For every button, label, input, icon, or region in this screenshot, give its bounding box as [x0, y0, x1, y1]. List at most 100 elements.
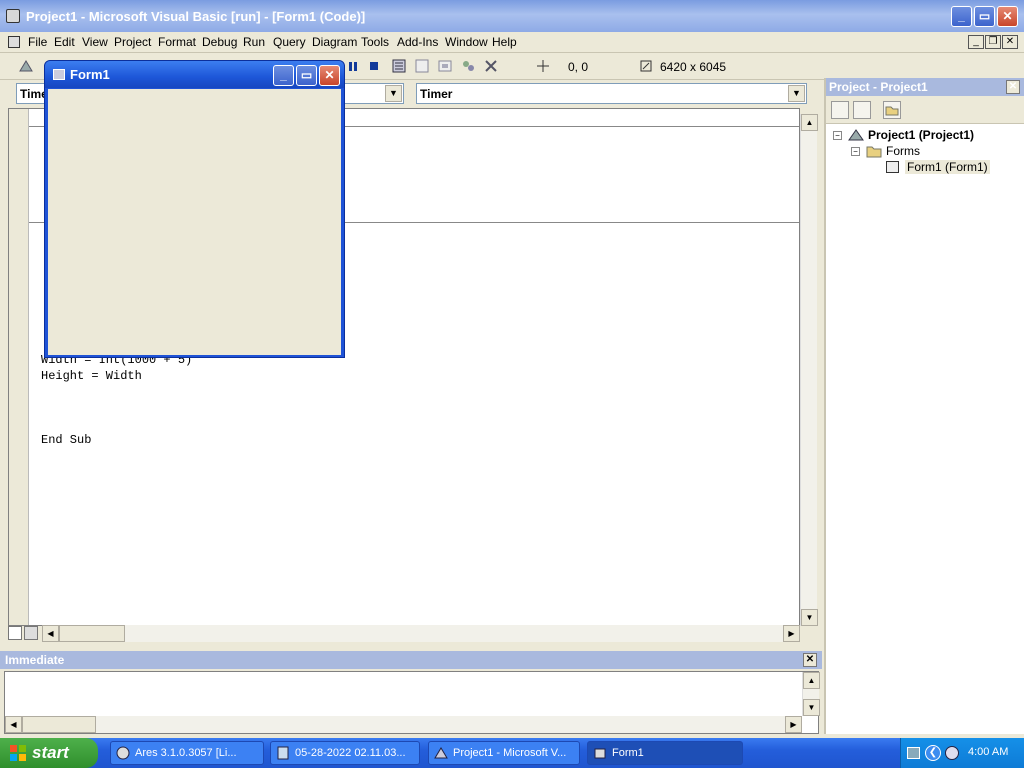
chevron-down-icon[interactable]: ▼	[788, 85, 805, 102]
task-form1[interactable]: Form1	[587, 741, 743, 765]
code-margin	[9, 109, 29, 625]
system-tray: ❮ 4:00 AM	[900, 738, 1024, 768]
menu-view[interactable]: View	[82, 35, 108, 49]
menu-window[interactable]: Window	[445, 35, 488, 49]
scroll-right-icon[interactable]: ▶	[785, 716, 802, 733]
end-icon[interactable]	[366, 58, 382, 74]
code-line[interactable]: Height = Width	[41, 369, 142, 383]
menu-debug[interactable]: Debug	[202, 35, 237, 49]
menu-query[interactable]: Query	[273, 35, 306, 49]
break-icon[interactable]	[345, 58, 361, 74]
add-project-icon[interactable]	[18, 58, 34, 74]
mdi-minimize-button[interactable]: _	[968, 35, 984, 49]
collapse-icon[interactable]: −	[851, 147, 860, 156]
close-button[interactable]: ✕	[997, 6, 1018, 27]
form1-close-button[interactable]: ✕	[319, 65, 340, 86]
folder-icon	[866, 144, 882, 158]
scroll-thumb[interactable]	[59, 625, 125, 642]
task-label: Project1 - Microsoft V...	[453, 747, 567, 759]
document-icon	[276, 746, 290, 760]
menu-format[interactable]: Format	[158, 35, 196, 49]
task-vb-project[interactable]: Project1 - Microsoft V...	[428, 741, 580, 765]
start-label: start	[32, 743, 69, 762]
task-label: Form1	[612, 747, 644, 759]
task-recording[interactable]: 05-28-2022 02.11.03...	[270, 741, 420, 765]
form-icon[interactable]	[53, 69, 65, 80]
menu-bar: File Edit View Project Format Debug Run …	[0, 32, 1024, 53]
collapse-icon[interactable]: −	[833, 131, 842, 140]
form1-minimize-button[interactable]: _	[273, 65, 294, 86]
windows-logo-icon	[10, 745, 26, 761]
chevron-down-icon[interactable]: ▼	[385, 85, 402, 102]
menu-run[interactable]: Run	[243, 35, 265, 49]
start-button[interactable]: start	[0, 738, 98, 768]
vb-app-icon[interactable]	[6, 9, 20, 23]
form1-client-area[interactable]	[48, 89, 341, 355]
procedure-view-icon[interactable]	[8, 626, 22, 640]
project-explorer-title-bar: Project - Project1 ✕	[826, 78, 1024, 96]
menu-file[interactable]: File	[28, 35, 47, 49]
scroll-down-icon[interactable]: ▼	[803, 699, 820, 716]
menu-project[interactable]: Project	[114, 35, 151, 49]
menu-edit[interactable]: Edit	[54, 35, 75, 49]
form-size-readout: 6420 x 6045	[660, 60, 727, 74]
position-icon	[535, 58, 551, 74]
close-icon[interactable]: ✕	[1006, 80, 1020, 94]
form-layout-icon[interactable]	[437, 58, 453, 74]
project-explorer-icon[interactable]	[391, 58, 407, 74]
form1-window[interactable]: Form1 _ ▭ ✕	[44, 60, 345, 358]
menu-add-ins[interactable]: Add-Ins	[397, 35, 438, 49]
task-ares[interactable]: Ares 3.1.0.3057 [Li...	[110, 741, 264, 765]
mdi-restore-button[interactable]: ❐	[985, 35, 1001, 49]
menu-help[interactable]: Help	[492, 35, 517, 49]
menu-diagram[interactable]: Diagram	[312, 35, 357, 49]
ares-icon	[116, 746, 130, 760]
immediate-title-bar: Immediate ✕	[0, 651, 822, 669]
mdi-close-button[interactable]: ✕	[1002, 35, 1018, 49]
full-module-view-icon[interactable]	[24, 626, 38, 640]
close-icon[interactable]: ✕	[803, 653, 817, 667]
form1-node[interactable]: Form1 (Form1)	[905, 160, 990, 174]
form-icon	[886, 161, 899, 173]
forms-folder-node[interactable]: Forms	[886, 144, 920, 158]
maximize-button[interactable]: ▭	[974, 6, 995, 27]
project-icon	[848, 128, 864, 142]
chevron-left-icon[interactable]: ❮	[925, 745, 941, 761]
form1-maximize-button[interactable]: ▭	[296, 65, 317, 86]
procedure-combo[interactable]: Timer ▼	[416, 83, 807, 104]
code-vertical-scrollbar[interactable]: ▲ ▼	[800, 114, 818, 626]
menu-tools[interactable]: Tools	[361, 35, 389, 49]
scroll-up-icon[interactable]: ▲	[803, 672, 820, 689]
immediate-vertical-scrollbar[interactable]: ▲ ▼	[802, 672, 820, 716]
project-root-node[interactable]: Project1 (Project1)	[868, 128, 974, 142]
minimize-button[interactable]: _	[951, 6, 972, 27]
scroll-down-icon[interactable]: ▼	[801, 609, 818, 626]
project-explorer-toolbar	[826, 96, 1024, 124]
vb-icon	[434, 746, 448, 760]
view-object-icon[interactable]	[853, 101, 871, 119]
object-browser-icon[interactable]	[460, 58, 476, 74]
project-explorer: Project - Project1 ✕ − Project1 (Project…	[824, 78, 1024, 734]
ares-tray-icon[interactable]	[945, 746, 959, 760]
window-title: Project1 - Microsoft Visual Basic [run] …	[26, 9, 366, 24]
code-line[interactable]: End Sub	[41, 433, 91, 447]
form-system-icon[interactable]	[8, 36, 20, 48]
properties-window-icon[interactable]	[414, 58, 430, 74]
scroll-right-icon[interactable]: ▶	[783, 625, 800, 642]
toggle-folders-icon[interactable]	[883, 101, 901, 119]
title-bar: Project1 - Microsoft Visual Basic [run] …	[0, 0, 1024, 32]
scroll-thumb[interactable]	[22, 716, 96, 733]
scroll-left-icon[interactable]: ◀	[5, 716, 22, 733]
immediate-horizontal-scrollbar[interactable]: ◀ ▶	[5, 716, 802, 733]
immediate-window[interactable]: ▲ ▼ ◀ ▶	[4, 671, 820, 734]
view-code-icon[interactable]	[831, 101, 849, 119]
clock[interactable]: 4:00 AM	[968, 746, 1008, 758]
code-horizontal-scrollbar[interactable]: ◀ ▶	[42, 625, 800, 642]
form1-title: Form1	[70, 67, 110, 82]
scroll-left-icon[interactable]: ◀	[42, 625, 59, 642]
size-icon	[638, 58, 654, 74]
scroll-up-icon[interactable]: ▲	[801, 114, 818, 131]
form1-title-bar[interactable]: Form1 _ ▭ ✕	[45, 61, 344, 88]
toolbox-icon[interactable]	[483, 58, 499, 74]
keyboard-icon[interactable]	[907, 747, 920, 759]
